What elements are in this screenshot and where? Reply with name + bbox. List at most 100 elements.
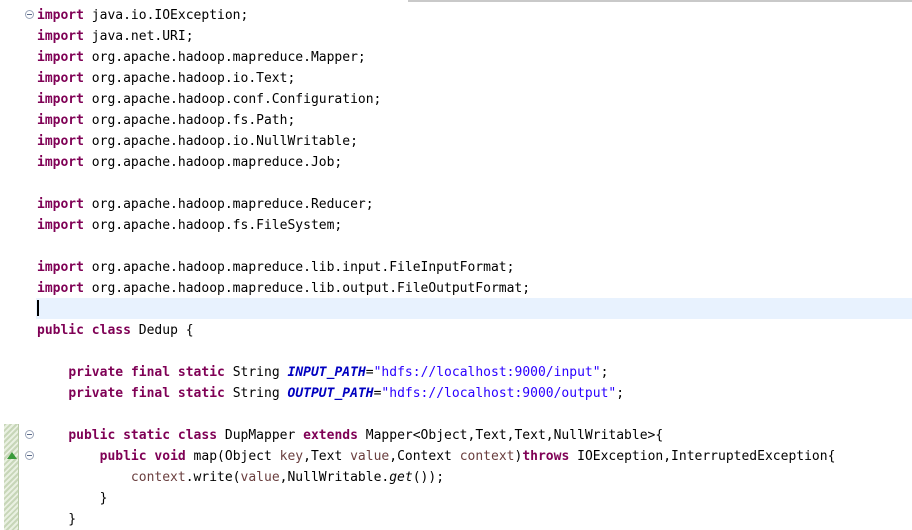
code-token: org.apache.hadoop.mapreduce.Job; [83,155,343,170]
code-token: static [177,365,225,380]
code-token: import [37,197,84,212]
code-token: private [68,386,124,401]
code-token: value [350,449,390,464]
fold-collapse-icon[interactable] [25,10,34,19]
code-line[interactable]: import org.apache.hadoop.conf.Configurat… [37,89,835,110]
code-line[interactable] [37,404,835,425]
code-line[interactable]: public void map(Object key,Text value,Co… [37,446,836,467]
code-line[interactable]: context.write(value,NullWritable.get()); [37,467,835,488]
override-indicator-icon [7,452,17,459]
code-token: "hdfs://localhost:9000/output" [381,386,617,401]
code-token: .write( [185,470,241,485]
code-token: org.apache.hadoop.mapreduce.Mapper; [83,50,366,65]
code-token: import [37,218,84,233]
code-token: } [37,512,77,527]
code-line[interactable]: import org.apache.hadoop.io.Text; [37,68,835,89]
code-line[interactable]: import java.net.URI; [37,26,835,47]
code-line[interactable]: import org.apache.hadoop.fs.FileSystem; [37,215,835,236]
code-line[interactable]: private final static String OUTPUT_PATH=… [37,383,835,404]
code-token: ; [600,365,609,380]
editor-gutter [0,0,36,530]
code-token: Mapper<Object,Text,Text,NullWritable>{ [357,428,664,443]
code-token: IOException,InterruptedException{ [569,449,836,464]
code-token: map(Object [185,449,280,464]
code-token: throws [522,449,570,464]
code-token: ,Text [303,449,351,464]
code-line[interactable] [37,173,835,194]
code-token: import [37,8,84,23]
code-token: import [37,92,84,107]
code-token: java.io.IOException; [83,8,249,23]
code-line[interactable]: import org.apache.hadoop.mapreduce.Job; [37,152,835,173]
fold-collapse-icon[interactable] [25,430,34,439]
code-token: import [37,134,84,149]
code-line[interactable]: import org.apache.hadoop.fs.Path; [37,110,835,131]
code-token: import [37,71,84,86]
code-token: org.apache.hadoop.fs.FileSystem; [83,218,343,233]
code-token: Dedup { [130,323,194,338]
code-token: org.apache.hadoop.io.NullWritable; [83,134,358,149]
code-token: public [99,449,147,464]
quick-diff-ruler [4,424,19,530]
code-token: void [154,449,186,464]
code-token: ,Context [389,449,460,464]
code-line[interactable] [37,236,835,257]
code-line[interactable]: } [37,509,835,530]
code-line[interactable]: import org.apache.hadoop.mapreduce.lib.o… [37,278,835,299]
code-token: ()); [412,470,445,485]
code-line[interactable]: public class Dedup { [37,320,835,341]
code-token: extends [303,428,358,443]
code-token: value [240,470,280,485]
code-token: org.apache.hadoop.mapreduce.Reducer; [83,197,374,212]
code-line[interactable]: import org.apache.hadoop.mapreduce.Mappe… [37,47,835,68]
code-token: import [37,260,84,275]
code-token: ; [616,386,625,401]
code-token: import [37,281,84,296]
code-line[interactable]: import org.apache.hadoop.mapreduce.lib.i… [37,257,835,278]
code-token: OUTPUT_PATH [287,386,374,401]
code-token: context [459,449,515,464]
code-token: DupMapper [217,428,304,443]
code-line[interactable]: import org.apache.hadoop.mapreduce.Reduc… [37,194,835,215]
code-line[interactable]: private final static String INPUT_PATH="… [37,362,835,383]
code-token: key [279,449,304,464]
code-token: java.net.URI; [83,29,194,44]
code-token: = [365,365,374,380]
code-line[interactable] [37,341,835,362]
code-line[interactable]: import java.io.IOException; [37,5,835,26]
code-token: "hdfs://localhost:9000/input" [373,365,601,380]
code-token: import [37,50,84,65]
code-line[interactable]: } [37,488,835,509]
code-token: context [130,470,186,485]
code-token: import [37,113,84,128]
code-token: org.apache.hadoop.mapreduce.lib.output.F… [83,281,531,296]
code-token: org.apache.hadoop.io.Text; [83,71,296,86]
code-token: public [68,428,116,443]
code-line[interactable] [37,299,835,320]
editor-top-border [408,0,912,2]
code-token: final [130,386,171,401]
code-token: private [68,365,124,380]
code-token: public [37,323,84,338]
code-token: class [177,428,218,443]
code-editor[interactable]: import java.io.IOException; import java.n… [37,5,835,530]
code-token: ,NullWritable. [279,470,390,485]
code-token: import [37,155,84,170]
code-line[interactable]: import org.apache.hadoop.io.NullWritable… [37,131,835,152]
code-token: org.apache.hadoop.mapreduce.lib.input.Fi… [83,260,515,275]
code-token: get [389,470,413,485]
code-token: static [177,386,225,401]
code-token: String [224,386,288,401]
fold-collapse-icon[interactable] [25,451,34,460]
code-line[interactable]: public static class DupMapper extends Ma… [37,425,835,446]
code-token: } [37,491,108,506]
